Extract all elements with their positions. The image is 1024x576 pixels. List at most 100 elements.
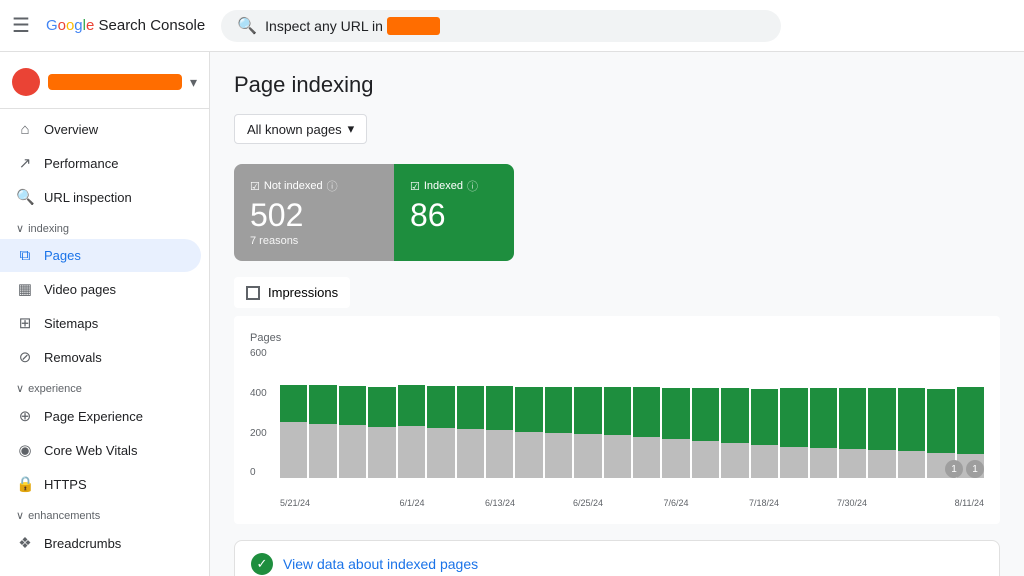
- bar-green: [574, 387, 601, 433]
- removals-icon: ⊘: [16, 348, 34, 366]
- y-tick-600: 600: [250, 348, 278, 359]
- indexed-info-icon[interactable]: ⓘ: [467, 178, 478, 194]
- bar-group: [457, 348, 484, 478]
- sidebar-item-label: Breadcrumbs: [44, 536, 121, 551]
- bar-group: [309, 348, 336, 478]
- x-label-0: 5/21/24: [280, 498, 368, 508]
- bar-grey: [574, 434, 601, 479]
- bar-grey: [398, 426, 425, 478]
- bar-green: [309, 385, 336, 424]
- content-inner: Page indexing All known pages ▾ ☑ Not in…: [210, 52, 1024, 576]
- page-dot-2[interactable]: 1: [966, 460, 984, 478]
- info-link[interactable]: View data about indexed pages: [283, 556, 478, 572]
- sidebar-item-performance[interactable]: ↗ Performance: [0, 146, 201, 180]
- bar-grey: [280, 422, 307, 478]
- filter-chevron-icon: ▾: [348, 121, 355, 137]
- topbar: ☰ Google Search Console 🔍 Inspect any UR…: [0, 0, 1024, 52]
- bar-group: [280, 348, 307, 478]
- sidebar-item-label: Sitemaps: [44, 316, 98, 331]
- sidebar-item-https[interactable]: 🔒 HTTPS: [0, 467, 201, 501]
- bar-grey: [692, 441, 719, 478]
- bar-group: [574, 348, 601, 478]
- bar-green: [662, 388, 689, 439]
- sidebar-item-breadcrumbs[interactable]: ❖ Breadcrumbs: [0, 526, 201, 560]
- bar-green: [839, 388, 866, 449]
- site-selector[interactable]: ▾: [0, 60, 209, 109]
- bar-green: [368, 387, 395, 427]
- sidebar-item-overview[interactable]: ⌂ Overview: [0, 113, 201, 146]
- not-indexed-card: ☑ Not indexed ⓘ 502 7 reasons: [234, 164, 394, 261]
- bar-group: [868, 348, 895, 478]
- bar-group: [721, 348, 748, 478]
- sidebar-item-pages[interactable]: ⧉ Pages: [0, 239, 201, 272]
- sidebar-item-label: Page Experience: [44, 409, 143, 424]
- url-inspect-icon: 🔍: [16, 188, 34, 206]
- bar-grey: [839, 449, 866, 478]
- bar-green: [604, 387, 631, 435]
- bar-grey: [662, 439, 689, 478]
- bar-grey: [721, 443, 748, 478]
- bar-group: [957, 348, 984, 478]
- not-indexed-sub: 7 reasons: [250, 235, 378, 247]
- search-bar[interactable]: 🔍 Inspect any URL in: [221, 10, 781, 42]
- page-dot-1[interactable]: 1: [945, 460, 963, 478]
- bar-grey: [604, 435, 631, 478]
- breadcrumbs-icon: ❖: [16, 534, 34, 552]
- not-indexed-check-icon: ☑: [250, 180, 260, 193]
- bar-grey: [457, 429, 484, 478]
- section-label-enhancements: ∨ Enhancements: [0, 501, 209, 526]
- bar-grey: [515, 432, 542, 478]
- chart-y-label: Pages: [250, 332, 984, 344]
- logo: Google Search Console: [46, 17, 205, 34]
- impressions-checkbox[interactable]: [246, 286, 260, 300]
- bar-group: [339, 348, 366, 478]
- sitemaps-icon: ⊞: [16, 314, 34, 332]
- impressions-label: Impressions: [268, 285, 338, 300]
- search-icon: 🔍: [237, 16, 257, 36]
- bar-green: [927, 389, 954, 453]
- not-indexed-info-icon[interactable]: ⓘ: [327, 178, 338, 194]
- bar-green: [957, 387, 984, 454]
- x-label-3: 6/25/24: [544, 498, 632, 508]
- bar-green: [810, 388, 837, 447]
- sidebar-item-label: Performance: [44, 156, 118, 171]
- bar-group: [839, 348, 866, 478]
- bar-group: [780, 348, 807, 478]
- bar-grey: [898, 451, 925, 478]
- sidebar-item-label: Pages: [44, 248, 81, 263]
- menu-icon[interactable]: ☰: [12, 13, 30, 38]
- search-highlight: [387, 17, 440, 35]
- filter-all-known-pages[interactable]: All known pages ▾: [234, 114, 367, 144]
- bar-grey: [810, 448, 837, 479]
- sidebar-item-sitemaps[interactable]: ⊞ Sitemaps: [0, 306, 201, 340]
- bar-grey: [751, 445, 778, 478]
- info-box: ✓ View data about indexed pages: [234, 540, 1000, 576]
- bar-group: [398, 348, 425, 478]
- bar-green: [486, 386, 513, 430]
- bar-group: [751, 348, 778, 478]
- section-label-experience: ∨ Experience: [0, 374, 209, 399]
- x-label-5: 7/18/24: [720, 498, 808, 508]
- sidebar-item-url-inspection[interactable]: 🔍 URL inspection: [0, 180, 201, 214]
- site-chevron-icon[interactable]: ▾: [190, 74, 197, 91]
- impressions-row[interactable]: Impressions: [234, 277, 350, 308]
- sidebar-item-video-pages[interactable]: ▦ Video pages: [0, 272, 201, 306]
- sidebar-item-core-web-vitals[interactable]: ◉ Core Web Vitals: [0, 433, 201, 467]
- search-input[interactable]: Inspect any URL in: [265, 18, 439, 34]
- chart-pagination: 1 1: [945, 460, 984, 478]
- sidebar-item-page-experience[interactable]: ⊕ Page Experience: [0, 399, 201, 433]
- y-tick-0: 0: [250, 467, 278, 478]
- content-area: Page indexing All known pages ▾ ☑ Not in…: [210, 52, 1024, 576]
- section-label-indexing: ∨ Indexing: [0, 214, 209, 239]
- bar-green: [633, 387, 660, 437]
- bar-green: [868, 388, 895, 450]
- sidebar-item-label: URL inspection: [44, 190, 132, 205]
- sidebar-item-removals[interactable]: ⊘ Removals: [0, 340, 201, 374]
- indexed-check-icon: ☑: [410, 180, 420, 193]
- bar-group: [633, 348, 660, 478]
- y-tick-400: 400: [250, 388, 278, 399]
- site-name: [48, 74, 182, 90]
- bar-green: [339, 386, 366, 425]
- sidebar-item-label: Video pages: [44, 282, 116, 297]
- not-indexed-count: 502: [250, 198, 378, 233]
